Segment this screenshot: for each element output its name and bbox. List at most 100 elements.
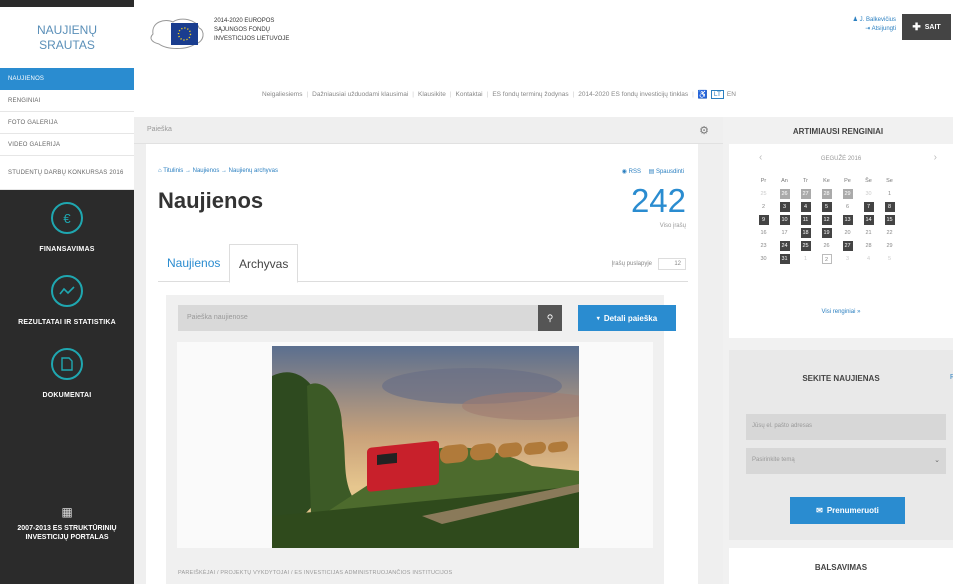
calendar-day[interactable]: 5 [821,202,832,212]
nav-kontaktai[interactable]: Kontaktai [456,91,483,98]
calendar-day[interactable]: 26 [822,241,832,251]
sidebar-item-naujienos[interactable]: NAUJIENOS [0,68,134,90]
all-events-link[interactable]: Visi renginiai » [729,309,953,315]
lang-en[interactable]: EN [727,91,736,98]
search-bar-label[interactable]: Paieška [147,126,172,133]
calendar-day[interactable]: 2 [821,254,832,264]
calendar-day[interactable]: 1 [885,189,895,199]
sidebar-section-rezultatai[interactable]: REZULTATAI IR STATISTIKA [0,253,134,326]
voting-title: BALSAVIMAS [814,563,868,572]
calendar-day[interactable]: 22 [885,228,895,238]
calendar-day[interactable]: 19 [821,228,832,238]
print-link[interactable]: ▤ Spausdinti [649,169,684,175]
sait-button[interactable]: ✚ SAIT [902,14,951,40]
calendar-day[interactable]: 9 [758,215,769,225]
eu-logo[interactable] [147,14,207,52]
calendar-day[interactable]: 28 [864,241,874,251]
calendar-day[interactable]: 13 [842,215,853,225]
calendar-day[interactable]: 24 [779,241,790,251]
nav-duk[interactable]: Dažniausiai užduodami klausimai [312,91,408,98]
chevron-right-icon[interactable]: › [934,152,937,163]
per-page-control: Įrašų puslapyje 12 [612,258,686,270]
calendar-day[interactable]: 20 [843,228,853,238]
right-sidebar: ARTIMIAUSI RENGINIAI ‹ GEGUŽĖ 2016 › Pr A… [723,117,953,584]
calendar-day[interactable]: 4 [864,254,874,264]
calendar-day[interactable]: 31 [779,254,790,264]
calendar-day[interactable]: 12 [821,215,832,225]
calendar-day[interactable]: 27 [800,189,811,199]
calendar-day[interactable]: 17 [780,228,790,238]
breadcrumb[interactable]: ⌂ Titulinis → Naujienos → Naujienų archy… [158,168,278,174]
news-category-caption[interactable]: PAREIŠKĖJAI / PROJEKTŲ VYKDYTOJAI / ES I… [178,570,452,576]
search-button[interactable]: ⚲ [538,305,562,331]
calendar-day[interactable]: 27 [842,241,853,251]
gear-icon[interactable]: ⚙ [699,124,709,137]
calendar-day[interactable]: 6 [843,202,853,212]
calendar-day[interactable]: 25 [759,189,769,199]
print-label: Spausdinti [655,169,684,175]
calendar-day[interactable]: 16 [759,228,769,238]
calendar-day[interactable]: 29 [842,189,853,199]
detail-search-button[interactable]: ▾ Detali paieška [578,305,676,331]
logout-link[interactable]: ⇥ Atsijungti [800,25,896,34]
calendar-day[interactable]: 21 [864,228,874,238]
calendar-day[interactable]: 10 [779,215,790,225]
tab-naujienos[interactable]: Naujienos [158,244,229,282]
calendar-day[interactable]: 7 [863,202,874,212]
sidebar-item-studentu-konkursas[interactable]: STUDENTŲ DARBŲ KONKURSAS 2016 [0,156,134,190]
calendar-grid: Pr An Tr Ke Pe Še Se 25 26 27 28 29 30 1 2 3 4 5 6 7 8 9 10 11 1… [753,176,900,267]
tab-archyvas[interactable]: Archyvas [229,244,299,283]
nav-klausikite[interactable]: Klausikite [418,91,446,98]
rss-link[interactable]: ◉ RSS [622,169,641,175]
lang-lt[interactable]: LT [710,90,724,99]
per-page-select[interactable]: 12 [658,258,686,270]
eu-line-1: 2014-2020 EUROPOS [214,18,275,24]
calendar-day[interactable]: 23 [759,241,769,251]
news-search-input[interactable]: Paieška naujienose [178,305,538,331]
search-icon: ⚲ [546,312,554,323]
email-field[interactable]: Jūsų el. pašto adresas [746,414,946,440]
calendar-day[interactable]: 29 [885,241,895,251]
calendar-day[interactable]: 26 [779,189,790,199]
sidebar: NAUJIENŲ SRAUTAS NAUJIENOS RENGINIAI FOTO… [0,0,134,584]
calendar-day[interactable]: 3 [843,254,853,264]
eu-funds-title: 2014-2020 EUROPOS SĄJUNGOS FONDŲ INVESTI… [214,17,289,44]
subscribe-label: Prenumeruoti [826,506,879,515]
breadcrumb-text: Titulinis → Naujienos → Naujienų archyva… [163,168,279,174]
nav-neigaliesiems[interactable]: Neigaliesiems [262,91,302,98]
user-name-link[interactable]: ♟ J. Balkevičius [800,16,896,25]
calendar-day[interactable]: 18 [800,228,811,238]
site-logo[interactable]: NAUJIENŲ SRAUTAS [0,0,134,68]
calendar-weekday: Še [865,178,872,184]
sidebar-portal-link[interactable]: ▦ 2007-2013 ES STRUKTŪRINIŲ INVESTICIJŲ … [0,505,134,542]
portal-label: 2007-2013 ES STRUKTŪRINIŲ INVESTICIJŲ PO… [17,525,117,541]
calendar-day[interactable]: 15 [884,215,895,225]
subscribe-button[interactable]: ✉ Prenumeruoti [790,497,905,524]
calendar-day[interactable]: 1 [801,254,811,264]
rss-print-links: ◉ RSS ▤ Spausdinti [622,168,684,175]
sidebar-item-renginiai[interactable]: RENGINIAI [0,90,134,112]
calendar-day[interactable]: 30 [759,254,769,264]
sidebar-item-foto-galerija[interactable]: FOTO GALERIJA [0,112,134,134]
accessibility-icon[interactable]: ♿ [698,90,708,99]
calendar-day[interactable]: 30 [864,189,874,199]
calendar-day[interactable]: 2 [759,202,769,212]
calendar-day[interactable]: 11 [800,215,811,225]
calendar-day[interactable]: 8 [884,202,895,212]
calendar-day[interactable]: 5 [885,254,895,264]
sidebar-section-dokumentai[interactable]: DOKUMENTAI [0,326,134,399]
tabs: Naujienos Archyvas [158,244,688,283]
nav-tinklas[interactable]: 2014-2020 ES fondų investicijų tinklas [578,91,688,98]
page: NAUJIENŲ SRAUTAS NAUJIENOS RENGINIAI FOTO… [0,0,953,584]
topic-select[interactable]: Pasirinkite temą ⌄ [746,448,946,474]
calendar-day[interactable]: 25 [800,241,811,251]
sidebar-item-video-galerija[interactable]: VIDEO GALERIJA [0,134,134,156]
nav-zodynas[interactable]: ES fondų terminų žodynas [492,91,568,98]
calendar-day[interactable]: 3 [779,202,790,212]
calendar-day[interactable]: 14 [863,215,874,225]
user-menu: ♟ J. Balkevičius ⇥ Atsijungti [800,16,896,34]
news-photo-train[interactable] [272,346,579,548]
calendar-day[interactable]: 28 [821,189,832,199]
calendar-day[interactable]: 4 [800,202,811,212]
sidebar-section-finansavimas[interactable]: € FINANSAVIMAS [0,190,134,253]
